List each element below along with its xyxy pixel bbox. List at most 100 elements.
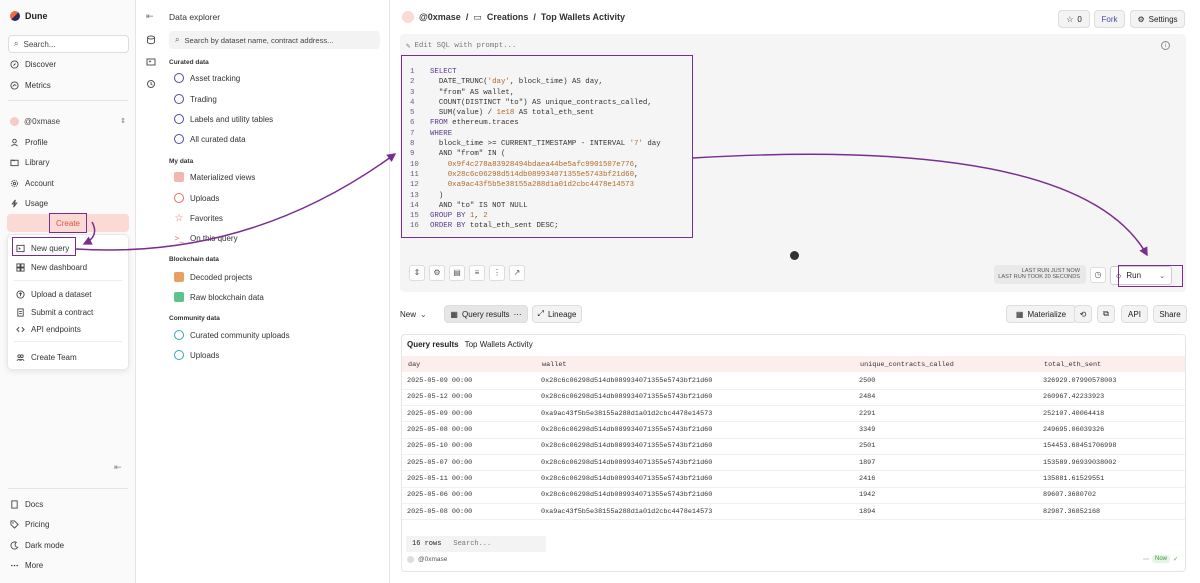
menu-upload-dataset[interactable]: Upload a dataset <box>16 286 92 302</box>
section-title: Community data <box>169 315 220 322</box>
menu-new-dashboard[interactable]: New dashboard <box>16 259 87 275</box>
table-row[interactable]: 2025-05-08 00:00 0xa9ac43f5b5e38155a288d1… <box>402 503 1185 521</box>
explorer-item[interactable]: Asset tracking <box>174 70 240 86</box>
explorer-item[interactable]: Materialized views <box>174 169 255 185</box>
explorer-item[interactable]: Curated community uploads <box>174 327 290 343</box>
nav-pricing[interactable]: Pricing <box>10 516 49 532</box>
new-visualization-button[interactable]: New ⌄ <box>400 305 438 323</box>
app-name: Dune <box>25 11 48 21</box>
menu-create-team[interactable]: Create Team <box>16 349 77 365</box>
format-icon[interactable]: ⇕ <box>409 265 425 281</box>
list-icon[interactable]: ≡ <box>469 265 485 281</box>
materialize-button[interactable]: ▦ Materialize <box>1006 305 1076 323</box>
explorer-item[interactable]: ☆ Favorites <box>174 210 223 226</box>
search-input[interactable]: ⌕ Search... <box>8 35 129 53</box>
explorer-item[interactable]: Raw blockchain data <box>174 289 264 305</box>
menu-submit-contract[interactable]: Submit a contract <box>16 304 93 320</box>
fork-button[interactable]: Fork <box>1094 10 1125 28</box>
column-header[interactable]: unique_contracts_called <box>860 361 954 369</box>
moon-icon <box>10 540 19 550</box>
results-footer: 16 rows Search... <box>406 536 546 552</box>
chevron-down-icon: ⌄ <box>420 309 427 319</box>
dots-icon[interactable]: ⋯ <box>1143 556 1149 563</box>
tag-icon <box>10 519 19 529</box>
copy-icon[interactable]: ⧉ <box>1097 305 1115 323</box>
table-cell: 2025-05-09 00:00 <box>402 373 536 390</box>
explorer-item[interactable]: Trading <box>174 91 217 107</box>
table-cell: 0xa9ac43f5b5e38155a288d1a01d2cbc4478e145… <box>536 405 854 423</box>
explorer-item[interactable]: >_ On this query <box>174 230 237 246</box>
table-cell: 2025-05-10 00:00 <box>402 438 536 455</box>
nav-profile[interactable]: Profile <box>10 134 48 150</box>
more-icon[interactable]: ⋯ <box>514 310 522 319</box>
explorer-item[interactable]: Uploads <box>174 347 219 363</box>
nav-discover[interactable]: Discover <box>10 56 56 72</box>
table-row[interactable]: 2025-05-11 00:00 0x28c6c06298d514db089934… <box>402 470 1185 488</box>
column-header[interactable]: wallet <box>542 361 566 369</box>
collapse-explorer-icon[interactable]: ⇤ <box>146 11 154 22</box>
check-icon: ✓ <box>1173 556 1179 563</box>
settings-icon[interactable]: ⚙ <box>429 265 445 281</box>
nav-account[interactable]: Account <box>10 175 54 191</box>
cursor-dot <box>790 251 799 260</box>
nav-metrics[interactable]: Metrics <box>10 77 51 93</box>
table-row[interactable]: 2025-05-09 00:00 0xa9ac43f5b5e38155a288d1… <box>402 405 1185 423</box>
results-header: day wallet unique_contracts_called total… <box>402 356 1185 372</box>
app-logo[interactable]: Dune <box>10 11 48 21</box>
table-row[interactable]: 2025-05-07 00:00 0x28c6c06298d514db089934… <box>402 454 1185 472</box>
history-icon[interactable] <box>146 79 156 91</box>
nav-docs[interactable]: Docs <box>10 496 43 512</box>
star-button[interactable]: ☆ 0 <box>1058 10 1090 28</box>
tab-query-results[interactable]: ▦ Query results ⋯ <box>444 305 528 323</box>
explorer-item[interactable]: All curated data <box>174 131 246 147</box>
table-cell: 1942 <box>854 487 1038 504</box>
table-row[interactable]: 2025-05-10 00:00 0x28c6c06298d514db089934… <box>402 438 1185 455</box>
database-icon[interactable] <box>146 35 156 47</box>
table-row[interactable]: 2025-05-09 00:00 0x28c6c06298d514db089934… <box>402 373 1185 390</box>
explorer-item[interactable]: Labels and utility tables <box>174 111 273 127</box>
table-row[interactable]: 2025-05-12 00:00 0x28c6c06298d514db089934… <box>402 389 1185 407</box>
folder-icon <box>10 158 19 167</box>
info-icon[interactable]: i <box>1161 41 1170 50</box>
explorer-item[interactable]: Uploads <box>174 190 219 206</box>
menu-api-endpoints[interactable]: API endpoints <box>16 321 81 337</box>
table-cell: 326929.07990578003 <box>1038 373 1185 390</box>
nav-more[interactable]: More <box>10 557 43 573</box>
column-header[interactable]: day <box>408 361 420 369</box>
prompt-input[interactable]: ✎ Edit SQL with prompt... <box>406 41 516 51</box>
settings-button[interactable]: ⚙ Settings <box>1130 10 1185 28</box>
left-sidebar: Dune ⌕ Search... Discover Metrics @0xmas… <box>0 0 136 583</box>
check-circle-icon <box>174 94 184 104</box>
section-title: Blockchain data <box>169 256 219 263</box>
lineage-icon: ⤢ <box>537 309 544 318</box>
results-search-input[interactable]: Search... <box>453 540 491 548</box>
explorer-item[interactable]: Decoded projects <box>174 269 252 285</box>
collapse-sidebar-icon[interactable]: ⇤ <box>114 462 122 473</box>
user-switcher[interactable]: @0xmase ⇕ <box>10 114 126 128</box>
search-placeholder: Search... <box>23 39 56 49</box>
nav-library[interactable]: Library <box>10 154 49 170</box>
nav-usage[interactable]: Usage <box>10 195 48 211</box>
table-cell: 2025-05-08 00:00 <box>402 503 536 521</box>
refresh-icon[interactable]: ⟲ <box>1074 305 1092 323</box>
terminal-icon: >_ <box>174 233 184 243</box>
schedule-icon[interactable]: ◷ <box>1090 267 1106 283</box>
snippet-icon[interactable]: ▤ <box>449 265 465 281</box>
tables-icon[interactable] <box>146 57 156 69</box>
column-header[interactable]: total_eth_sent <box>1044 361 1101 369</box>
dataset-search-input[interactable]: ⌕ Search by dataset name, contract addre… <box>169 31 380 49</box>
table-row[interactable]: 2025-05-06 00:00 0x28c6c06298d514db089934… <box>402 487 1185 504</box>
table-icon: ▦ <box>450 309 458 319</box>
divider <box>8 488 128 489</box>
gear-icon: ⚙ <box>1137 14 1145 24</box>
table-row[interactable]: 2025-05-08 00:00 0x28c6c06298d514db089934… <box>402 421 1185 439</box>
data-explorer: ⇤ Data explorer ⌕ Search by dataset name… <box>136 0 390 583</box>
api-button[interactable]: API <box>1121 305 1148 323</box>
nav-dark-mode[interactable]: Dark mode <box>10 537 64 553</box>
params-icon[interactable]: ⋮ <box>489 265 505 281</box>
share-icon[interactable]: ↗ <box>509 265 525 281</box>
table-cell: 153589.96939038002 <box>1038 454 1185 472</box>
tab-lineage[interactable]: ⤢ Lineage <box>532 305 582 323</box>
table-cell: 0x28c6c06298d514db089934071355e5743bf21d… <box>536 470 854 488</box>
share-button[interactable]: Share <box>1153 305 1187 323</box>
